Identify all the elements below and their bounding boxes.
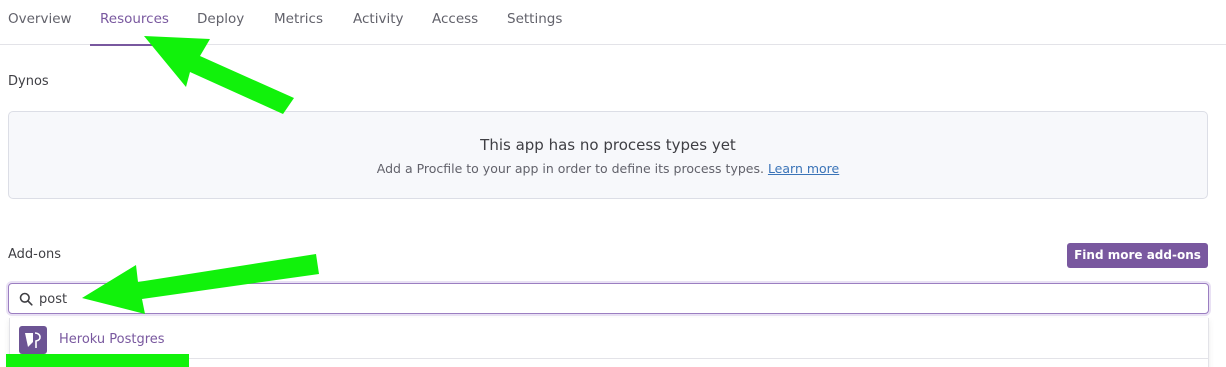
tab-overview[interactable]: Overview [0,10,82,45]
addons-heading: Add-ons [8,247,62,262]
addon-search-results: Heroku Postgres [9,318,1209,367]
tab-resources[interactable]: Resources [90,10,179,46]
heroku-postgres-icon [19,326,47,354]
tab-metrics[interactable]: Metrics [264,10,333,45]
empty-state-description: Add a Procfile to your app in order to d… [9,161,1207,176]
tab-activity[interactable]: Activity [343,10,414,45]
tab-deploy[interactable]: Deploy [187,10,254,45]
search-icon [19,292,33,306]
addon-result-name: Heroku Postgres [59,332,165,347]
app-nav-tabs: Overview Resources Deploy Metrics Activi… [0,0,1226,46]
learn-more-link[interactable]: Learn more [768,161,839,176]
empty-state-text: Add a Procfile to your app in order to d… [376,161,764,176]
dynos-heading: Dynos [8,74,49,89]
tab-settings[interactable]: Settings [497,10,572,45]
dynos-empty-state: This app has no process types yet Add a … [8,111,1208,199]
tab-access[interactable]: Access [422,10,488,45]
resources-page: Overview Resources Deploy Metrics Activi… [0,0,1226,367]
addon-search-input[interactable] [39,288,1189,310]
annotation-arrow-resources [144,36,294,114]
find-more-addons-button[interactable]: Find more add-ons [1067,243,1208,268]
addon-search-box[interactable] [8,283,1209,314]
empty-state-title: This app has no process types yet [480,136,736,154]
addon-result-heroku-postgres[interactable]: Heroku Postgres [10,321,1208,359]
